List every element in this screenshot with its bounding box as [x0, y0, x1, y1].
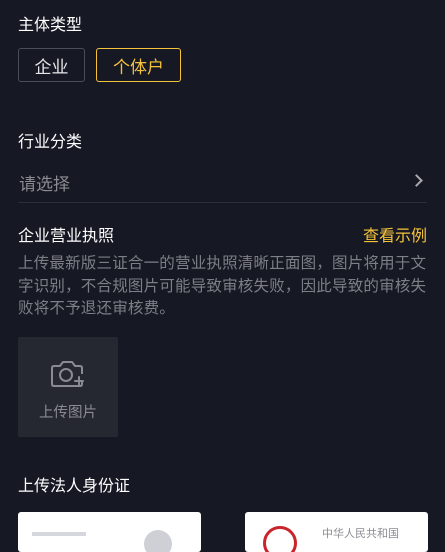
card-country-text: 中华人民共和国	[322, 527, 399, 540]
card-text-line	[32, 532, 86, 536]
license-title: 企业营业执照	[18, 226, 115, 245]
camera-add-icon	[51, 361, 84, 387]
id-card-front-upload[interactable]	[18, 512, 201, 552]
chevron-right-icon	[410, 174, 423, 187]
industry-title: 行业分类	[18, 132, 83, 151]
view-example-link[interactable]: 查看示例	[363, 222, 427, 246]
avatar-silhouette-icon	[144, 530, 172, 552]
id-card-back-upload[interactable]: 中华人民共和国	[245, 512, 428, 552]
subject-type-title: 主体类型	[18, 15, 83, 34]
option-individual-button[interactable]: 个体户	[96, 48, 181, 82]
option-enterprise-button[interactable]: 企业	[18, 48, 85, 82]
industry-select[interactable]: 请选择	[18, 162, 427, 203]
license-description: 上传最新版三证合一的营业执照清晰正面图，图片将用于文字识别，不合规图片可能导致审…	[18, 254, 427, 317]
industry-placeholder: 请选择	[19, 175, 70, 195]
id-card-title: 上传法人身份证	[18, 476, 131, 495]
upload-label: 上传图片	[39, 405, 97, 421]
upload-license-button[interactable]: 上传图片	[18, 337, 118, 437]
national-emblem-icon	[263, 526, 297, 552]
